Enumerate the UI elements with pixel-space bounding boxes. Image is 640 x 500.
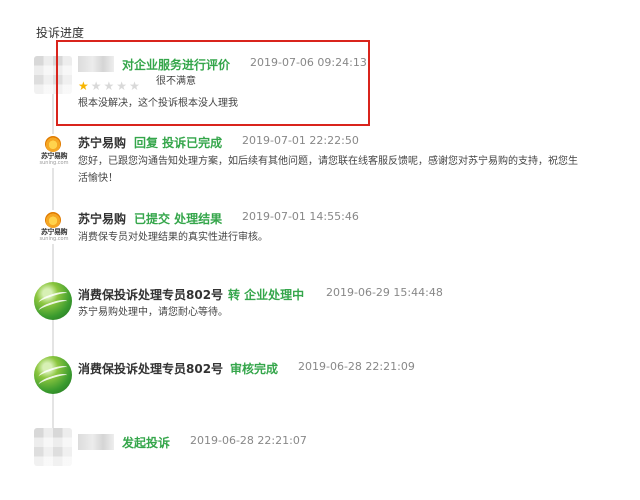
suning-logo: 苏宁易购 suning.com bbox=[36, 134, 70, 168]
timeline-entry-review: 消费保投诉处理专员802号 审核完成 2019-06-28 22:21:09 bbox=[34, 356, 626, 420]
user-avatar bbox=[34, 428, 72, 466]
status-label: 转 企业处理中 bbox=[228, 288, 305, 302]
globe-logo bbox=[34, 356, 72, 394]
timeline-entry-transfer: 消费保投诉处理专员802号 转 企业处理中 2019-06-29 15:44:4… bbox=[34, 282, 626, 346]
user-name-blurred bbox=[78, 434, 114, 450]
entry-message: 您好，已跟您沟通告知处理方案，如后续有其他问题，请您联在线客服反馈呢，感谢您对苏… bbox=[78, 156, 578, 184]
timestamp: 2019-06-29 15:44:48 bbox=[326, 286, 443, 299]
lion-icon bbox=[45, 136, 61, 152]
timestamp: 2019-06-28 22:21:07 bbox=[190, 434, 307, 447]
timeline-entry-initiated: 发起投诉 2019-06-28 22:21:07 bbox=[34, 428, 626, 494]
globe-logo bbox=[34, 282, 72, 320]
status-label: 回复 投诉已完成 bbox=[134, 136, 223, 150]
highlight-box bbox=[56, 40, 370, 126]
timeline-entry-reply: 苏宁易购 suning.com 苏宁易购 回复 投诉已完成 2019-07-01… bbox=[36, 134, 626, 194]
timestamp: 2019-06-28 22:21:09 bbox=[298, 360, 415, 373]
status-label: 已提交 处理结果 bbox=[134, 212, 223, 226]
suning-logo: 苏宁易购 suning.com bbox=[36, 210, 70, 244]
entry-message: 苏宁易购处理中，请您耐心等待。 bbox=[78, 307, 228, 318]
status-label: 发起投诉 bbox=[122, 436, 171, 450]
timestamp: 2019-07-01 22:22:50 bbox=[242, 134, 359, 147]
lion-icon bbox=[45, 212, 61, 228]
sender-name: 消费保投诉处理专员802号 bbox=[78, 288, 224, 302]
timestamp: 2019-07-01 14:55:46 bbox=[242, 210, 359, 223]
status-label: 审核完成 bbox=[230, 362, 279, 376]
sender-name: 消费保投诉处理专员802号 bbox=[78, 362, 224, 376]
section-title: 投诉进度 bbox=[36, 26, 85, 40]
sender-name: 苏宁易购 bbox=[78, 212, 127, 226]
entry-message: 消费保专员对处理结果的真实性进行审核。 bbox=[78, 232, 268, 243]
timeline-entry-submitted: 苏宁易购 suning.com 苏宁易购 已提交 处理结果 2019-07-01… bbox=[36, 210, 626, 270]
sender-name: 苏宁易购 bbox=[78, 136, 127, 150]
